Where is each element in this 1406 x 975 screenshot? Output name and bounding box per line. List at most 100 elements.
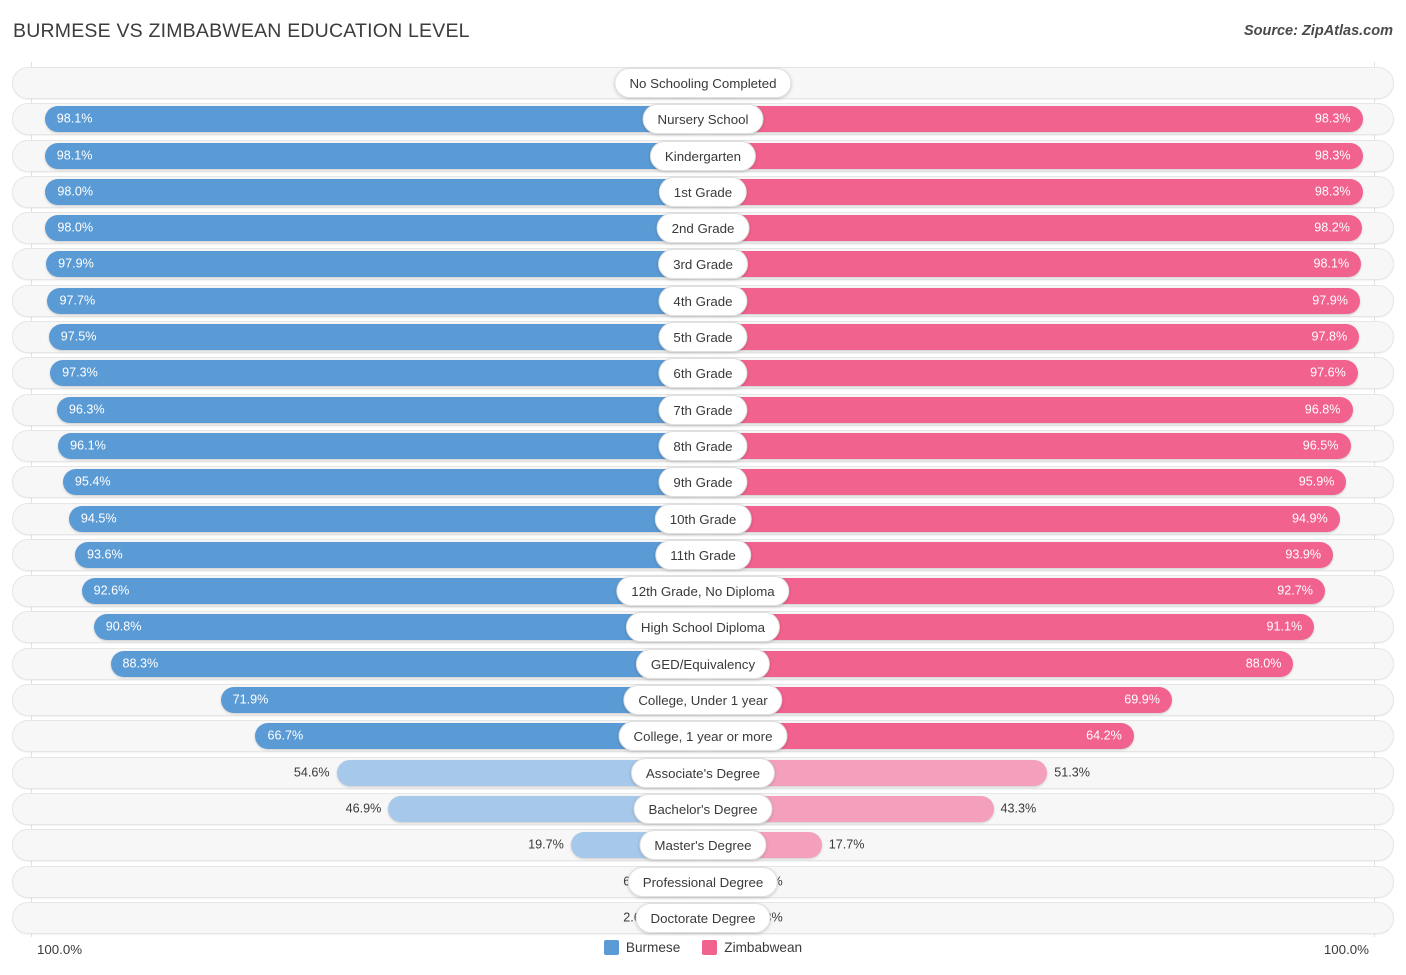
- category-label: Nursery School: [642, 104, 764, 135]
- category-label: Master's Degree: [639, 830, 767, 861]
- burmese-bar: 97.5%: [48, 324, 703, 351]
- chart-row: 95.4% 95.9% 9th Grade: [0, 466, 1406, 499]
- zimbabwean-value-label: 98.3%: [1314, 112, 1351, 126]
- legend-swatch-icon: [603, 940, 619, 955]
- category-label: Kindergarten: [649, 140, 757, 171]
- zimbabwean-bar: 93.9%: [703, 541, 1334, 568]
- burmese-bar-container: 98.0%: [45, 215, 703, 242]
- category-label: 6th Grade: [658, 358, 748, 389]
- category-label: 3rd Grade: [658, 249, 748, 280]
- burmese-bar-container: 97.9%: [46, 251, 703, 278]
- category-label: 10th Grade: [654, 503, 752, 534]
- burmese-bar: 90.8%: [93, 614, 703, 641]
- zimbabwean-bar-container: 97.8%: [703, 324, 1360, 351]
- zimbabwean-bar-container: 98.3%: [703, 178, 1363, 205]
- zimbabwean-bar-container: 96.5%: [703, 432, 1351, 459]
- burmese-bar: 97.9%: [46, 251, 703, 278]
- zimbabwean-bar: 88.0%: [703, 650, 1294, 677]
- chart-row: 90.8% 91.1% High School Diploma: [0, 611, 1406, 644]
- zimbabwean-value-label: 94.9%: [1292, 511, 1328, 526]
- burmese-bar: 98.0%: [45, 215, 703, 242]
- burmese-bar-container: 94.5%: [68, 505, 703, 532]
- burmese-value-label: 97.7%: [59, 293, 96, 308]
- zimbabwean-bar: 97.9%: [703, 287, 1360, 314]
- zimbabwean-bar: 98.3%: [703, 178, 1363, 205]
- page-title: BURMESE VS ZIMBABWEAN EDUCATION LEVEL: [13, 20, 470, 42]
- chart-row: 1.9%1.7%No Schooling Completed: [0, 67, 1406, 99]
- burmese-bar: 96.3%: [56, 396, 703, 423]
- category-label: Doctorate Degree: [635, 902, 771, 933]
- zimbabwean-bar: 95.9%: [703, 469, 1347, 496]
- zimbabwean-value-label: 93.9%: [1285, 547, 1322, 562]
- zimbabwean-value-label: 98.3%: [1314, 148, 1351, 163]
- category-label: College, Under 1 year: [623, 685, 783, 716]
- chart-row: 71.9% 69.9% College, Under 1 year: [0, 684, 1406, 717]
- category-label: 5th Grade: [658, 322, 748, 353]
- legend-item[interactable]: Zimbabwean: [702, 940, 802, 955]
- zimbabwean-bar: 96.5%: [703, 432, 1351, 459]
- chart-row: 19.7% 17.7% Master's Degree: [0, 829, 1406, 862]
- zimbabwean-bar-container: 98.3%: [703, 142, 1363, 169]
- burmese-bar: 96.1%: [58, 432, 703, 459]
- zimbabwean-value-label: 97.9%: [1312, 293, 1348, 308]
- chart-row: 2.6%2.3%Doctorate Degree: [0, 901, 1406, 934]
- zimbabwean-bar-container: 98.3%: [703, 106, 1363, 133]
- chart-legend: Burmese Zimbabwean: [0, 940, 1406, 955]
- legend-item[interactable]: Burmese: [603, 940, 681, 955]
- burmese-value-label: 98.1%: [56, 112, 93, 126]
- zimbabwean-bar: 92.7%: [703, 578, 1326, 605]
- burmese-value-label: 98.0%: [57, 184, 94, 199]
- burmese-value-label: 92.6%: [93, 583, 130, 598]
- burmese-value-label: 66.7%: [267, 729, 304, 744]
- chart-row: 98.1% 98.3% Kindergarten: [0, 139, 1406, 172]
- burmese-value-label: 88.3%: [122, 656, 159, 671]
- burmese-bar-container: 98.1%: [44, 142, 703, 169]
- zimbabwean-bar: 98.1%: [703, 251, 1362, 278]
- category-label: GED/Equivalency: [635, 648, 771, 679]
- burmese-bar: 98.1%: [44, 106, 703, 133]
- zimbabwean-bar-container: 96.8%: [703, 396, 1353, 423]
- burmese-value-label: 54.6%: [293, 765, 330, 780]
- category-label: College, 1 year or more: [618, 721, 788, 752]
- source-attribution: Source: ZipAtlas.com: [1243, 23, 1393, 39]
- zimbabwean-bar-container: 91.1%: [703, 614, 1315, 641]
- zimbabwean-value-label: 96.8%: [1304, 402, 1341, 417]
- chart-row: 94.5% 94.9% 10th Grade: [0, 502, 1406, 535]
- zimbabwean-bar-container: 93.9%: [703, 541, 1334, 568]
- zimbabwean-bar: 98.2%: [703, 215, 1362, 242]
- zimbabwean-bar-container: 95.9%: [703, 469, 1347, 496]
- zimbabwean-bar: 94.9%: [703, 505, 1340, 532]
- zimbabwean-bar-container: 97.6%: [703, 360, 1358, 387]
- chart-row: 96.3% 96.8% 7th Grade: [0, 393, 1406, 426]
- burmese-value-label: 96.3%: [68, 402, 105, 417]
- legend-swatch-icon: [702, 940, 718, 955]
- zimbabwean-value-label: 91.1%: [1266, 620, 1303, 635]
- burmese-bar: 98.0%: [45, 178, 703, 205]
- burmese-bar: 97.3%: [50, 360, 703, 387]
- zimbabwean-bar: 98.3%: [703, 106, 1363, 133]
- zimbabwean-value-label: 51.3%: [1054, 765, 1090, 780]
- chart-rows: 1.9%1.7%No Schooling Completed 98.1% 98.3%…: [0, 67, 1406, 938]
- chart-row: 97.5% 97.8% 5th Grade: [0, 321, 1406, 354]
- burmese-bar-container: 90.8%: [93, 614, 703, 641]
- burmese-bar-container: 98.1%: [44, 106, 703, 133]
- zimbabwean-bar: 91.1%: [703, 614, 1315, 641]
- burmese-bar-container: 93.6%: [74, 541, 703, 568]
- burmese-value-label: 97.3%: [62, 366, 98, 381]
- burmese-value-label: 97.5%: [60, 329, 97, 344]
- chart-row: 88.3% 88.0% GED/Equivalency: [0, 647, 1406, 680]
- chart-row: 66.7% 64.2% College, 1 year or more: [0, 720, 1406, 753]
- burmese-bar: 97.7%: [47, 287, 703, 314]
- zimbabwean-value-label: 98.1%: [1313, 257, 1350, 272]
- zimbabwean-bar-container: 97.9%: [703, 287, 1360, 314]
- category-label: 7th Grade: [658, 394, 748, 425]
- category-label: 2nd Grade: [656, 213, 750, 244]
- zimbabwean-value-label: 95.9%: [1298, 474, 1335, 489]
- chart-row: 96.1% 96.5% 8th Grade: [0, 429, 1406, 462]
- zimbabwean-value-label: 96.5%: [1302, 438, 1339, 453]
- category-label: 12th Grade, No Diploma: [616, 576, 790, 607]
- burmese-bar-container: 97.5%: [48, 324, 703, 351]
- chart-row: 98.0% 98.3% 1st Grade: [0, 175, 1406, 208]
- legend-label: Burmese: [625, 940, 681, 955]
- burmese-value-label: 71.9%: [232, 692, 269, 707]
